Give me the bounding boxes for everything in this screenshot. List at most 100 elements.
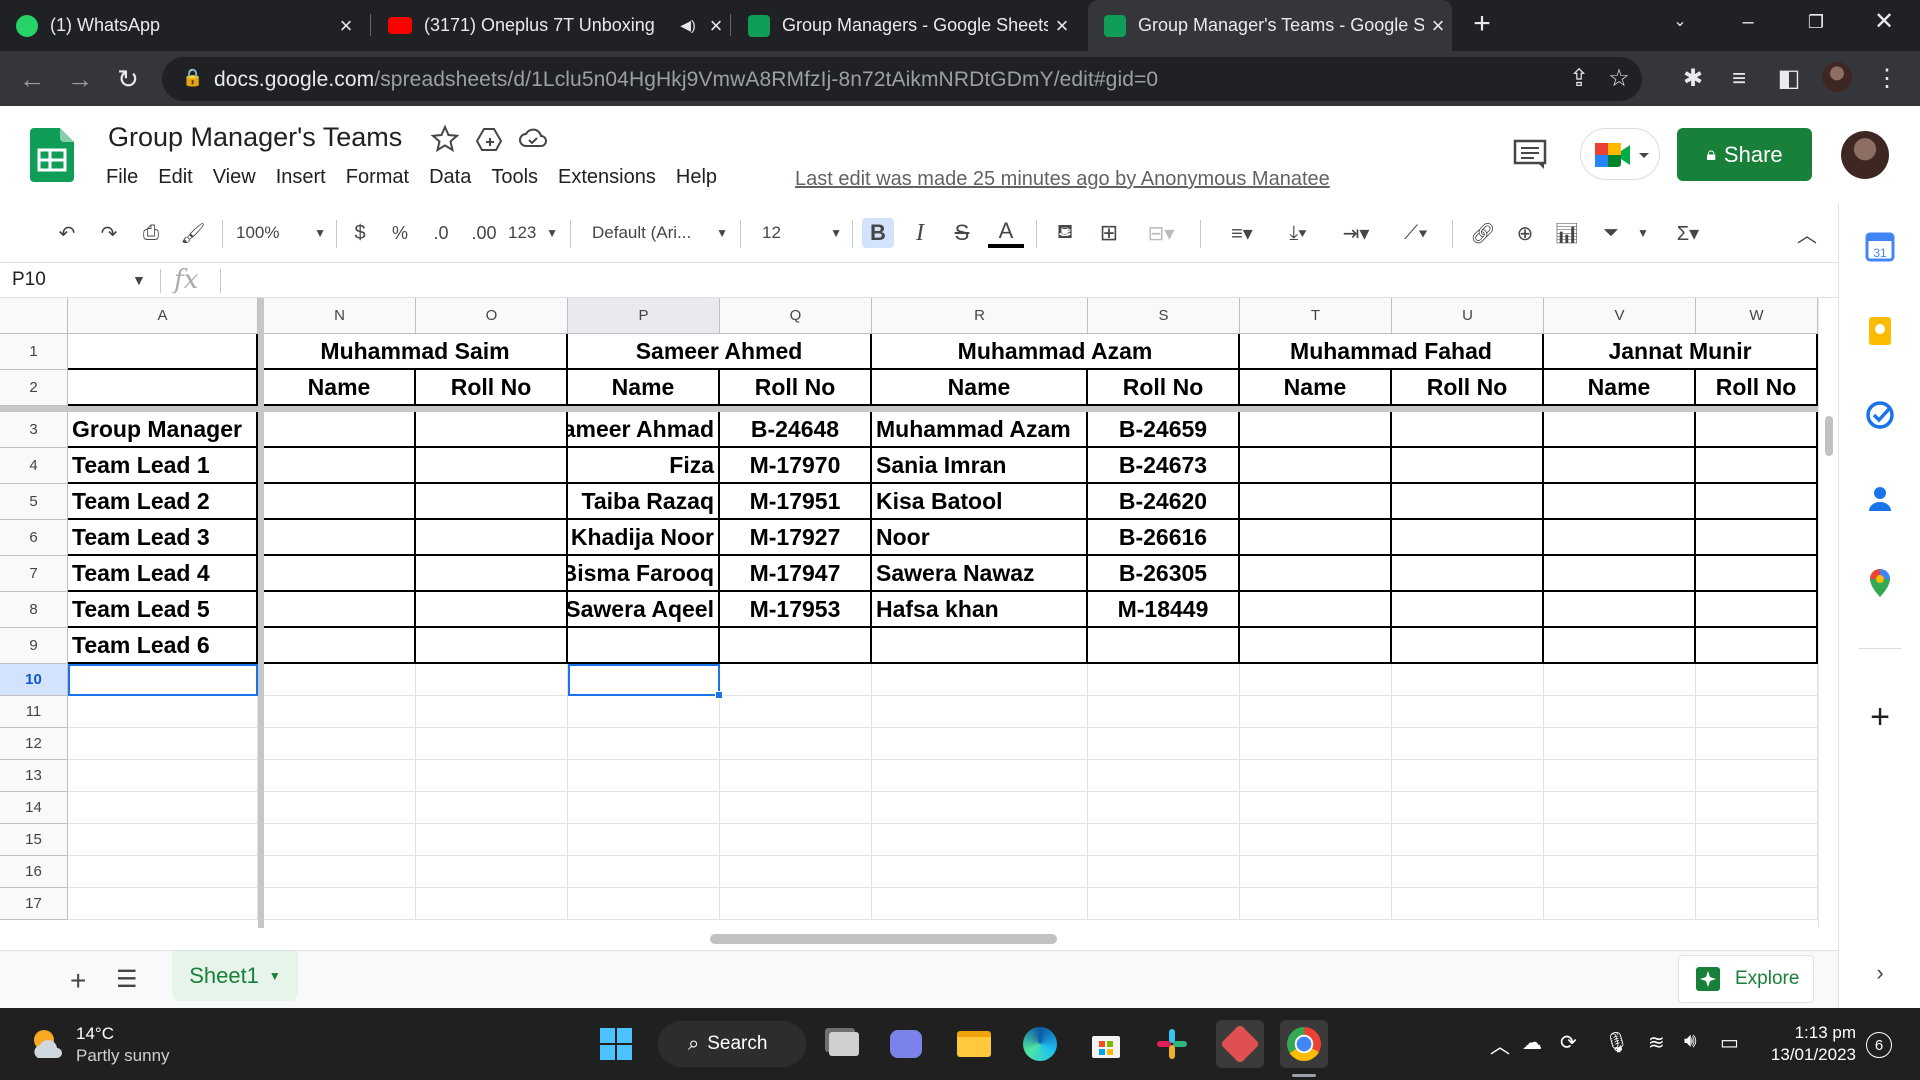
table-cell[interactable] (1544, 520, 1696, 556)
teams-chat-icon[interactable] (882, 1020, 930, 1068)
table-cell[interactable]: Taiba Razaq (568, 484, 720, 520)
cell-role[interactable]: Team Lead 3 (68, 520, 258, 556)
table-cell[interactable]: M-17970 (720, 448, 872, 484)
table-cell[interactable]: Hafsa khan (872, 592, 1088, 628)
menu-file[interactable]: File (106, 166, 138, 189)
text-wrapping-icon[interactable]: ⇥▾ (1332, 218, 1380, 248)
table-cell[interactable] (1696, 412, 1818, 448)
close-tab-icon[interactable]: × (1424, 13, 1452, 39)
cell[interactable] (720, 664, 872, 696)
scroll-thumb[interactable] (710, 934, 1057, 944)
vertical-scrollbar[interactable] (1818, 298, 1838, 928)
side-panel-icon[interactable]: ◧ (1772, 62, 1806, 96)
cell[interactable] (68, 856, 258, 888)
table-cell[interactable] (1544, 484, 1696, 520)
forward-button[interactable]: → (62, 61, 98, 97)
table-cell[interactable]: M-17953 (720, 592, 872, 628)
column-subheader[interactable]: Roll No (1392, 370, 1544, 406)
select-all-corner[interactable] (0, 298, 68, 334)
cell[interactable] (1696, 760, 1818, 792)
cell[interactable] (68, 728, 258, 760)
cell[interactable] (1088, 792, 1240, 824)
cell[interactable] (720, 696, 872, 728)
menu-format[interactable]: Format (346, 166, 409, 189)
row-header-16[interactable]: 16 (0, 856, 68, 888)
table-cell[interactable] (1544, 556, 1696, 592)
table-cell[interactable] (1544, 628, 1696, 664)
table-cell[interactable] (416, 628, 568, 664)
table-cell[interactable] (1544, 448, 1696, 484)
cell[interactable] (1240, 824, 1392, 856)
cell[interactable] (1240, 664, 1392, 696)
tasks-icon[interactable] (1863, 398, 1897, 432)
chevron-down-icon[interactable]: ▼ (269, 969, 281, 983)
cell-role[interactable]: Team Lead 1 (68, 448, 258, 484)
row-header-4[interactable]: 4 (0, 448, 68, 484)
cell[interactable] (1240, 760, 1392, 792)
browser-tab-whatsapp[interactable]: (1) WhatsApp × (0, 0, 360, 51)
table-cell[interactable] (264, 484, 416, 520)
close-window-button[interactable]: ✕ (1856, 0, 1912, 44)
table-cell[interactable] (1240, 484, 1392, 520)
table-cell[interactable] (264, 628, 416, 664)
more-formats-select[interactable]: 123 ▼ (508, 218, 558, 248)
table-cell[interactable] (416, 484, 568, 520)
cell[interactable] (1544, 760, 1696, 792)
table-cell[interactable] (1392, 412, 1544, 448)
cell[interactable] (68, 760, 258, 792)
table-cell[interactable]: M-17951 (720, 484, 872, 520)
cell[interactable] (416, 888, 568, 920)
menu-insert[interactable]: Insert (276, 166, 326, 189)
table-cell[interactable] (1696, 556, 1818, 592)
table-cell[interactable] (1544, 592, 1696, 628)
cell[interactable] (1696, 856, 1818, 888)
row-header-12[interactable]: 12 (0, 728, 68, 760)
start-button[interactable] (592, 1020, 640, 1068)
meet-button[interactable] (1580, 128, 1660, 180)
maps-icon[interactable] (1863, 566, 1897, 600)
table-cell[interactable]: B-24620 (1088, 484, 1240, 520)
table-cell[interactable]: B-26616 (1088, 520, 1240, 556)
cell[interactable] (872, 792, 1088, 824)
table-cell[interactable] (1240, 448, 1392, 484)
font-size-select[interactable]: 12 ▼ (762, 218, 842, 248)
table-cell[interactable] (1392, 628, 1544, 664)
cell[interactable] (1544, 792, 1696, 824)
group-header[interactable]: Jannat Munir (1544, 334, 1818, 370)
menu-help[interactable]: Help (676, 166, 717, 189)
font-family-select[interactable]: Default (Ari... ▼ (592, 218, 728, 248)
group-header[interactable]: Muhammad Azam (872, 334, 1240, 370)
spreadsheet-grid[interactable]: A N O P Q R S T U V W 1 2 3 4 5 6 7 8 9 10 11 12 13 14 15 16 17 Muha… (0, 298, 1818, 928)
browser-tab-group-managers[interactable]: Group Managers - Google Sheets × (732, 0, 1076, 51)
chevron-down-icon[interactable]: ▼ (132, 272, 146, 288)
chevron-up-icon[interactable]: ︿ (1490, 1030, 1510, 1059)
column-header-v[interactable]: V (1544, 298, 1696, 334)
row-header-2[interactable]: 2 (0, 370, 68, 406)
redo-icon[interactable]: ↷ (92, 218, 126, 248)
cell[interactable] (68, 792, 258, 824)
table-cell[interactable]: Sawera Aqeel (568, 592, 720, 628)
row-header-7[interactable]: 7 (0, 556, 68, 592)
cell[interactable] (1240, 888, 1392, 920)
column-subheader[interactable]: Roll No (1696, 370, 1818, 406)
cell[interactable] (1088, 664, 1240, 696)
cell[interactable] (264, 888, 416, 920)
table-cell[interactable] (1392, 448, 1544, 484)
table-cell[interactable] (1696, 448, 1818, 484)
menu-data[interactable]: Data (429, 166, 471, 189)
close-tab-icon[interactable]: × (332, 13, 360, 39)
table-cell[interactable]: Sameer Ahmad (568, 412, 720, 448)
frozen-column-divider[interactable] (258, 298, 264, 928)
column-header-r[interactable]: R (872, 298, 1088, 334)
name-box[interactable]: P10 (12, 269, 46, 291)
weather-widget[interactable]: 14°C Partly sunny (28, 1020, 248, 1068)
cell[interactable] (720, 760, 872, 792)
table-cell[interactable] (568, 628, 720, 664)
bookmark-star-icon[interactable]: ☆ (1602, 62, 1636, 96)
cell[interactable] (720, 824, 872, 856)
column-header-w[interactable]: W (1696, 298, 1818, 334)
onedrive-icon[interactable]: ☁ (1522, 1030, 1542, 1055)
column-header-o[interactable]: O (416, 298, 568, 334)
cell[interactable] (1392, 760, 1544, 792)
extensions-icon[interactable]: ✱ (1676, 62, 1710, 96)
